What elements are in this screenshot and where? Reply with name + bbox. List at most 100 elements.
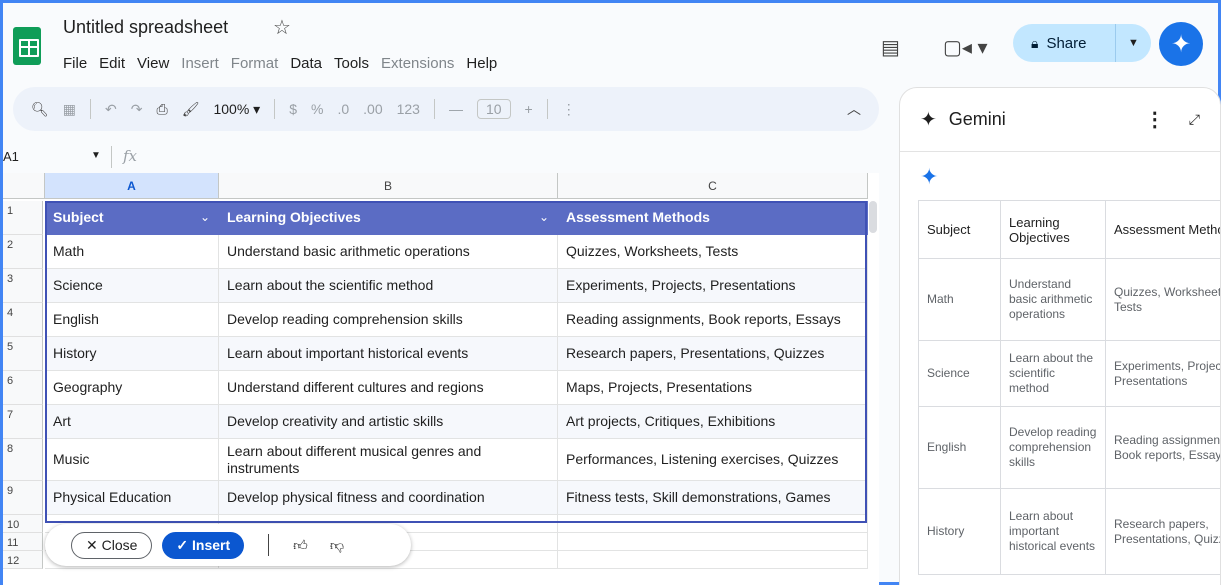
table-cell[interactable]: Quizzes, Worksheets, Tests (558, 235, 868, 269)
menu-edit[interactable]: Edit (99, 55, 125, 72)
comments-icon[interactable]: ▤ (881, 35, 900, 60)
table-cell[interactable]: Develop physical fitness and coordinatio… (219, 481, 558, 515)
table-cell[interactable]: Music (45, 439, 219, 481)
gemini-table-cell: Experiments, Projects, Presentations (1105, 340, 1220, 407)
table-cell[interactable]: Geography (45, 371, 219, 405)
gemini-spark-icon[interactable]: ✦ (1159, 22, 1203, 66)
row-header[interactable]: 3 (3, 269, 43, 303)
row-header[interactable]: 5 (3, 337, 43, 371)
action-divider (268, 534, 270, 556)
decrease-decimal-button[interactable]: .0 (337, 101, 349, 117)
row-header[interactable]: 9 (3, 481, 43, 515)
table-cell[interactable]: Reading assignments, Book reports, Essay… (558, 303, 868, 337)
decrease-font-size-icon[interactable]: — (449, 101, 463, 117)
menu-view[interactable]: View (137, 55, 169, 72)
select-all-corner[interactable] (3, 173, 45, 199)
row-header[interactable]: 1 (3, 201, 43, 235)
share-dropdown-button[interactable]: ▼ (1115, 24, 1151, 62)
row-header[interactable]: 8 (3, 439, 43, 481)
table-cell[interactable]: Fitness tests, Skill demonstrations, Gam… (558, 481, 868, 515)
toolbar-divider (90, 99, 92, 119)
thumbs-up-icon[interactable]: 👍︎ (293, 537, 308, 554)
column-header-a[interactable]: A (45, 173, 219, 199)
more-formats-button[interactable]: 123 (397, 101, 420, 117)
gemini-action-bar: ✕ Close ✓ Insert 👍︎ 👎︎ (45, 524, 411, 566)
gemini-table-header: Assessment Methods (1105, 200, 1220, 259)
empty-cell[interactable] (558, 533, 868, 551)
table-cell[interactable]: Develop creativity and artistic skills (219, 405, 558, 439)
table-header-cell[interactable]: Assessment Methods (558, 201, 868, 235)
table-cell[interactable]: History (45, 337, 219, 371)
name-box-dropdown-icon[interactable]: ▼ (91, 150, 101, 161)
table-cell[interactable]: Learn about different musical genres and… (219, 439, 558, 481)
table-cell[interactable]: Math (45, 235, 219, 269)
table-cell[interactable]: Learn about important historical events (219, 337, 558, 371)
menu-extensions[interactable]: Extensions (381, 55, 454, 72)
menu-bar: File Edit View Insert Format Data Tools … (63, 55, 497, 72)
search-menus-icon[interactable]: 🔍︎ (31, 101, 49, 118)
row-header[interactable]: 4 (3, 303, 43, 337)
thumbs-down-icon[interactable]: 👎︎ (330, 537, 344, 554)
menu-insert[interactable]: Insert (181, 55, 219, 72)
column-header-b[interactable]: B (219, 173, 558, 199)
collapse-toolbar-icon[interactable]: ︿ (847, 99, 861, 119)
close-button[interactable]: ✕ Close (71, 531, 153, 559)
star-icon[interactable]: ☆ (273, 15, 291, 40)
table-cell[interactable]: Physical Education (45, 481, 219, 515)
name-box[interactable]: A1 (3, 149, 103, 164)
paint-format-icon[interactable]: 🖌︎ (182, 101, 200, 118)
table-cell[interactable]: Maps, Projects, Presentations (558, 371, 868, 405)
row-header[interactable]: 12 (3, 551, 43, 569)
expand-panel-icon[interactable]: ⤢ (1189, 111, 1200, 128)
row-header[interactable]: 2 (3, 235, 43, 269)
table-cell[interactable]: Learn about the scientific method (219, 269, 558, 303)
menu-help[interactable]: Help (466, 55, 497, 72)
menu-tools[interactable]: Tools (334, 55, 369, 72)
filter-chevron-icon[interactable]: ⌄ (200, 209, 210, 226)
percent-format-button[interactable]: % (311, 101, 323, 117)
header-cell-label: Learning Objectives (227, 209, 361, 225)
currency-format-button[interactable]: $ (289, 101, 297, 117)
increase-decimal-button[interactable]: .00 (363, 101, 382, 117)
zoom-select[interactable]: 100% ▾ (213, 101, 260, 118)
table-cell[interactable]: Experiments, Projects, Presentations (558, 269, 868, 303)
table-cell[interactable]: Understand basic arithmetic operations (219, 235, 558, 269)
table-icon[interactable]: ▦ (63, 101, 76, 118)
empty-cell[interactable] (558, 515, 868, 533)
table-cell[interactable]: Research papers, Presentations, Quizzes (558, 337, 868, 371)
gemini-table-cell: Math (918, 258, 1001, 341)
more-options-icon[interactable]: ⋮ (562, 101, 576, 118)
redo-icon[interactable]: ↷ (131, 101, 143, 118)
table-header-cell[interactable]: Learning Objectives ⌄ (219, 201, 558, 235)
empty-cell[interactable] (558, 551, 868, 569)
document-title[interactable]: Untitled spreadsheet (63, 17, 228, 38)
table-cell[interactable]: Art projects, Critiques, Exhibitions (558, 405, 868, 439)
row-header[interactable]: 11 (3, 533, 43, 551)
row-header[interactable]: 7 (3, 405, 43, 439)
sheets-logo-icon[interactable] (13, 27, 41, 65)
menu-format[interactable]: Format (231, 55, 279, 72)
vertical-scrollbar[interactable] (869, 201, 877, 233)
row-header[interactable]: 6 (3, 371, 43, 405)
table-cell[interactable]: Performances, Listening exercises, Quizz… (558, 439, 868, 481)
insert-button[interactable]: ✓ Insert (162, 531, 245, 559)
meet-icon[interactable]: ▢◂ ▾ (943, 35, 988, 60)
font-size-input[interactable]: 10 (476, 99, 511, 119)
row-header[interactable]: 10 (3, 515, 43, 533)
table-cell[interactable]: Art (45, 405, 219, 439)
table-cell[interactable]: Science (45, 269, 219, 303)
filter-chevron-icon[interactable]: ⌄ (539, 209, 549, 226)
table-cell[interactable]: Develop reading comprehension skills (219, 303, 558, 337)
menu-data[interactable]: Data (290, 55, 322, 72)
table-cell[interactable]: Understand different cultures and region… (219, 371, 558, 405)
menu-file[interactable]: File (63, 55, 87, 72)
table-cell[interactable]: English (45, 303, 219, 337)
more-options-icon[interactable]: ⋮ (1145, 107, 1165, 132)
gemini-response-spark-icon: ✦ (920, 164, 939, 189)
table-header-cell[interactable]: Subject ⌄ (45, 201, 219, 235)
print-icon[interactable]: ⎙ (156, 101, 167, 118)
column-header-c[interactable]: C (558, 173, 868, 199)
undo-icon[interactable]: ↶ (105, 101, 117, 118)
increase-font-size-icon[interactable]: + (525, 101, 533, 117)
gemini-response-table: Subject Learning Objectives Assessment M… (918, 200, 1220, 575)
